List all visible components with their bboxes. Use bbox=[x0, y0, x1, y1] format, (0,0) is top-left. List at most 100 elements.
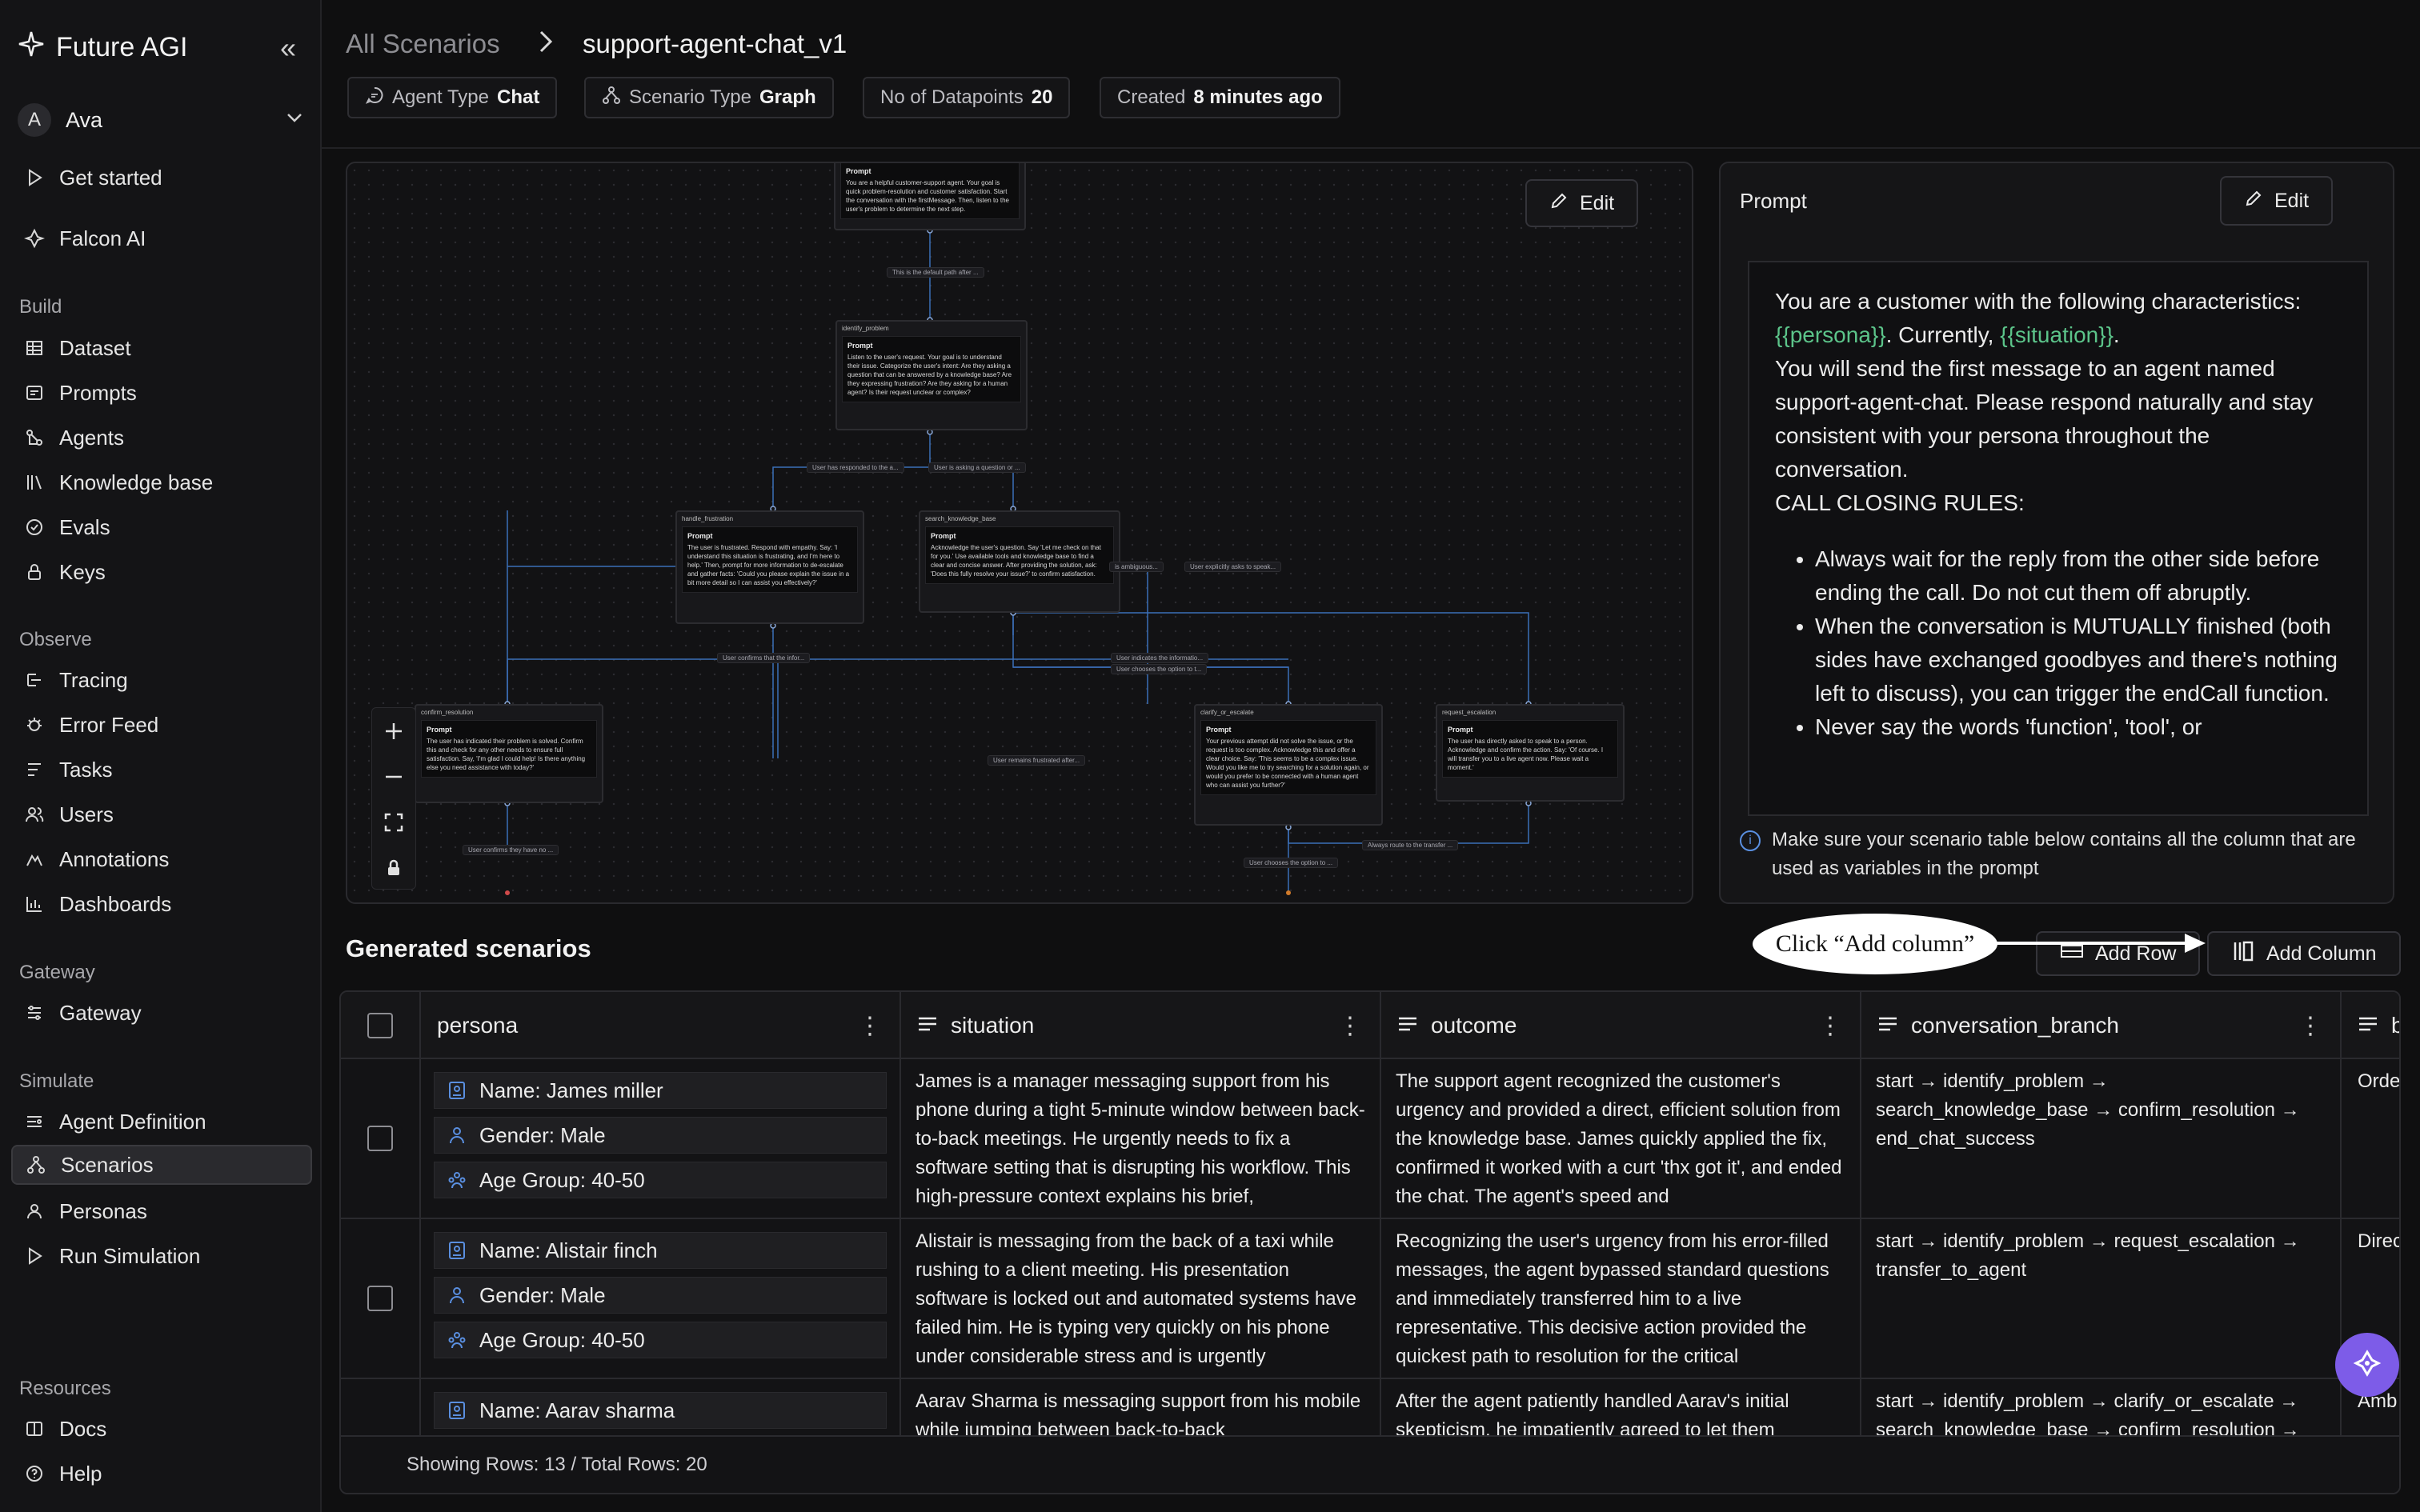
scenario-graph-canvas[interactable]: Prompt You are a helpful customer-support… bbox=[346, 162, 1693, 904]
info-icon: i bbox=[1740, 830, 1761, 851]
conversation-branch-cell[interactable]: start → identify_problem → search_knowle… bbox=[1861, 1059, 2342, 1218]
outcome-cell[interactable]: The support agent recognized the custome… bbox=[1381, 1059, 1861, 1218]
persona-cell[interactable]: Name: Aarav sharma bbox=[421, 1379, 901, 1438]
persona-value: Gender: Male bbox=[479, 1123, 606, 1147]
column-label: outcome bbox=[1431, 1013, 1517, 1038]
breadcrumb-all-scenarios[interactable]: All Scenarios bbox=[346, 29, 500, 59]
id-card-icon bbox=[447, 1401, 467, 1420]
graph-node-handle-frustration[interactable]: handle_frustration Prompt The user is fru… bbox=[675, 510, 864, 624]
chip-label: Scenario Type bbox=[629, 86, 751, 108]
prompt-panel: Prompt Edit You are a customer with the … bbox=[1719, 162, 2394, 904]
conversation-branch-cell[interactable]: start → identify_problem → request_escal… bbox=[1861, 1219, 2342, 1378]
table-row[interactable]: Name: Alistair finch Gender: Male Age Gr… bbox=[341, 1219, 2399, 1379]
row-select-cell bbox=[341, 1379, 421, 1438]
graph-node-clarify-or-escalate[interactable]: clarify_or_escalate Prompt Your previous … bbox=[1194, 704, 1383, 826]
fit-view-icon[interactable] bbox=[372, 799, 415, 845]
situation-cell[interactable]: Aarav Sharma is messaging support from h… bbox=[901, 1379, 1381, 1438]
sidebar-item-run-simulation[interactable]: Run Simulation bbox=[11, 1236, 312, 1276]
column-header-b[interactable]: b bbox=[2342, 992, 2399, 1059]
edge-label: User indicates the informatio... bbox=[1111, 653, 1209, 663]
sidebar-item-dataset[interactable]: Dataset bbox=[11, 328, 312, 368]
column-header-outcome[interactable]: outcome ⋮ bbox=[1381, 992, 1861, 1059]
app-logo[interactable]: Future AGI bbox=[18, 30, 187, 65]
edge-label: Always route to the transfer ... bbox=[1362, 840, 1459, 850]
node-title: search_knowledge_base bbox=[925, 515, 996, 522]
column-header-conversation-branch[interactable]: conversation_branch ⋮ bbox=[1861, 992, 2342, 1059]
sidebar-item-gateway[interactable]: Gateway bbox=[11, 993, 312, 1033]
table-icon bbox=[22, 336, 46, 360]
column-header-situation[interactable]: situation ⋮ bbox=[901, 992, 1381, 1059]
outcome-cell[interactable]: After the agent patiently handled Aarav'… bbox=[1381, 1379, 1861, 1438]
table-footer: Showing Rows: 13 / Total Rows: 20 bbox=[341, 1435, 2399, 1493]
sidebar-item-label: Annotations bbox=[59, 846, 170, 871]
chip-scenario-type: Scenario Type Graph bbox=[584, 77, 834, 118]
extra-cell[interactable]: Orde bbox=[2342, 1059, 2399, 1218]
situation-cell[interactable]: Alistair is messaging from the back of a… bbox=[901, 1219, 1381, 1378]
text-lines-icon bbox=[2358, 1013, 2378, 1038]
sidebar-item-label: Prompts bbox=[59, 380, 137, 405]
node-text: The user is frustrated. Respond with emp… bbox=[687, 544, 850, 586]
column-header-persona[interactable]: persona ⋮ bbox=[421, 992, 901, 1059]
row-checkbox[interactable] bbox=[367, 1126, 393, 1151]
node-prompt-label: Prompt bbox=[847, 342, 873, 350]
sidebar-item-error-feed[interactable]: Error Feed bbox=[11, 705, 312, 745]
conversation-branch-cell[interactable]: start → identify_problem → clarify_or_es… bbox=[1861, 1379, 2342, 1438]
graph-node-start[interactable]: Prompt You are a helpful customer-support… bbox=[834, 163, 1026, 230]
node-prompt-label: Prompt bbox=[1206, 726, 1232, 734]
collapse-sidebar-icon[interactable]: « bbox=[272, 32, 304, 64]
sidebar-item-users[interactable]: Users bbox=[11, 794, 312, 834]
sidebar-item-prompts[interactable]: Prompts bbox=[11, 373, 312, 413]
rule-item: Never say the words 'function', 'tool', … bbox=[1815, 710, 2342, 744]
sidebar-item-help[interactable]: Help bbox=[11, 1454, 312, 1494]
column-menu-icon[interactable]: ⋮ bbox=[1338, 1012, 1362, 1040]
zoom-out-icon[interactable] bbox=[372, 754, 415, 799]
graph-node-confirm-resolution[interactable]: confirm_resolution Prompt The user has in… bbox=[415, 704, 603, 803]
table-row[interactable]: Name: James miller Gender: Male Age Grou… bbox=[341, 1059, 2399, 1219]
add-column-button[interactable]: Add Column bbox=[2207, 931, 2401, 976]
sidebar-item-falcon-ai[interactable]: Falcon AI bbox=[11, 218, 312, 258]
edit-prompt-button[interactable]: Edit bbox=[2220, 176, 2334, 226]
prompt-text-box[interactable]: You are a customer with the following ch… bbox=[1748, 261, 2369, 816]
play-icon bbox=[22, 1244, 46, 1268]
zoom-in-icon[interactable] bbox=[372, 708, 415, 754]
sidebar-item-knowledge-base[interactable]: Knowledge base bbox=[11, 462, 312, 502]
sidebar-item-dashboards[interactable]: Dashboards bbox=[11, 884, 312, 924]
falcon-assistant-button[interactable] bbox=[2335, 1333, 2399, 1397]
row-checkbox[interactable] bbox=[367, 1286, 393, 1311]
outcome-cell[interactable]: Recognizing the user's urgency from his … bbox=[1381, 1219, 1861, 1378]
column-menu-icon[interactable]: ⋮ bbox=[2298, 1012, 2322, 1040]
node-prompt-label: Prompt bbox=[427, 726, 452, 734]
column-menu-icon[interactable]: ⋮ bbox=[858, 1012, 882, 1040]
workspace-switcher[interactable]: A Ava bbox=[18, 102, 306, 138]
user-name: Ava bbox=[66, 107, 103, 132]
sidebar-item-agent-definition[interactable]: Agent Definition bbox=[11, 1102, 312, 1142]
sidebar-item-tracing[interactable]: Tracing bbox=[11, 660, 312, 700]
select-all-checkbox[interactable] bbox=[367, 1013, 393, 1038]
situation-cell[interactable]: James is a manager messaging support fro… bbox=[901, 1059, 1381, 1218]
graph-node-request-escalation[interactable]: request_escalation Prompt The user has di… bbox=[1436, 704, 1625, 802]
sidebar-item-docs[interactable]: Docs bbox=[11, 1409, 312, 1449]
sidebar-item-get-started[interactable]: Get started bbox=[11, 158, 312, 198]
bar-chart-icon bbox=[22, 892, 46, 916]
sidebar-item-tasks[interactable]: Tasks bbox=[11, 750, 312, 790]
table-row[interactable]: Name: Aarav sharma Aarav Sharma is messa… bbox=[341, 1379, 2399, 1438]
sidebar-item-label: Scenarios bbox=[61, 1152, 154, 1177]
persona-tag: Name: James miller bbox=[434, 1072, 887, 1109]
sidebar-item-agents[interactable]: Agents bbox=[11, 418, 312, 458]
graph-node-search-knowledge-base[interactable]: search_knowledge_base Prompt Acknowledge … bbox=[919, 510, 1120, 613]
column-menu-icon[interactable]: ⋮ bbox=[1818, 1012, 1842, 1040]
persona-cell[interactable]: Name: James miller Gender: Male Age Grou… bbox=[421, 1059, 901, 1218]
table-header: persona ⋮ situation ⋮ outcome ⋮ conversa… bbox=[341, 992, 2399, 1059]
persona-cell[interactable]: Name: Alistair finch Gender: Male Age Gr… bbox=[421, 1219, 901, 1378]
sidebar: Future AGI « A Ava Get started Falcon AI… bbox=[0, 0, 322, 1512]
sidebar-item-scenarios[interactable]: Scenarios bbox=[11, 1145, 312, 1185]
sidebar-item-annotations[interactable]: Annotations bbox=[11, 839, 312, 879]
graph-node-identify-problem[interactable]: identify_problem Prompt Listen to the use… bbox=[835, 320, 1028, 430]
person-icon bbox=[447, 1126, 467, 1145]
sidebar-item-keys[interactable]: Keys bbox=[11, 552, 312, 592]
edit-graph-button[interactable]: Edit bbox=[1525, 179, 1639, 227]
sidebar-item-evals[interactable]: Evals bbox=[11, 507, 312, 547]
sidebar-item-label: Tasks bbox=[59, 757, 113, 782]
sidebar-item-personas[interactable]: Personas bbox=[11, 1191, 312, 1231]
lock-icon[interactable] bbox=[372, 845, 415, 890]
